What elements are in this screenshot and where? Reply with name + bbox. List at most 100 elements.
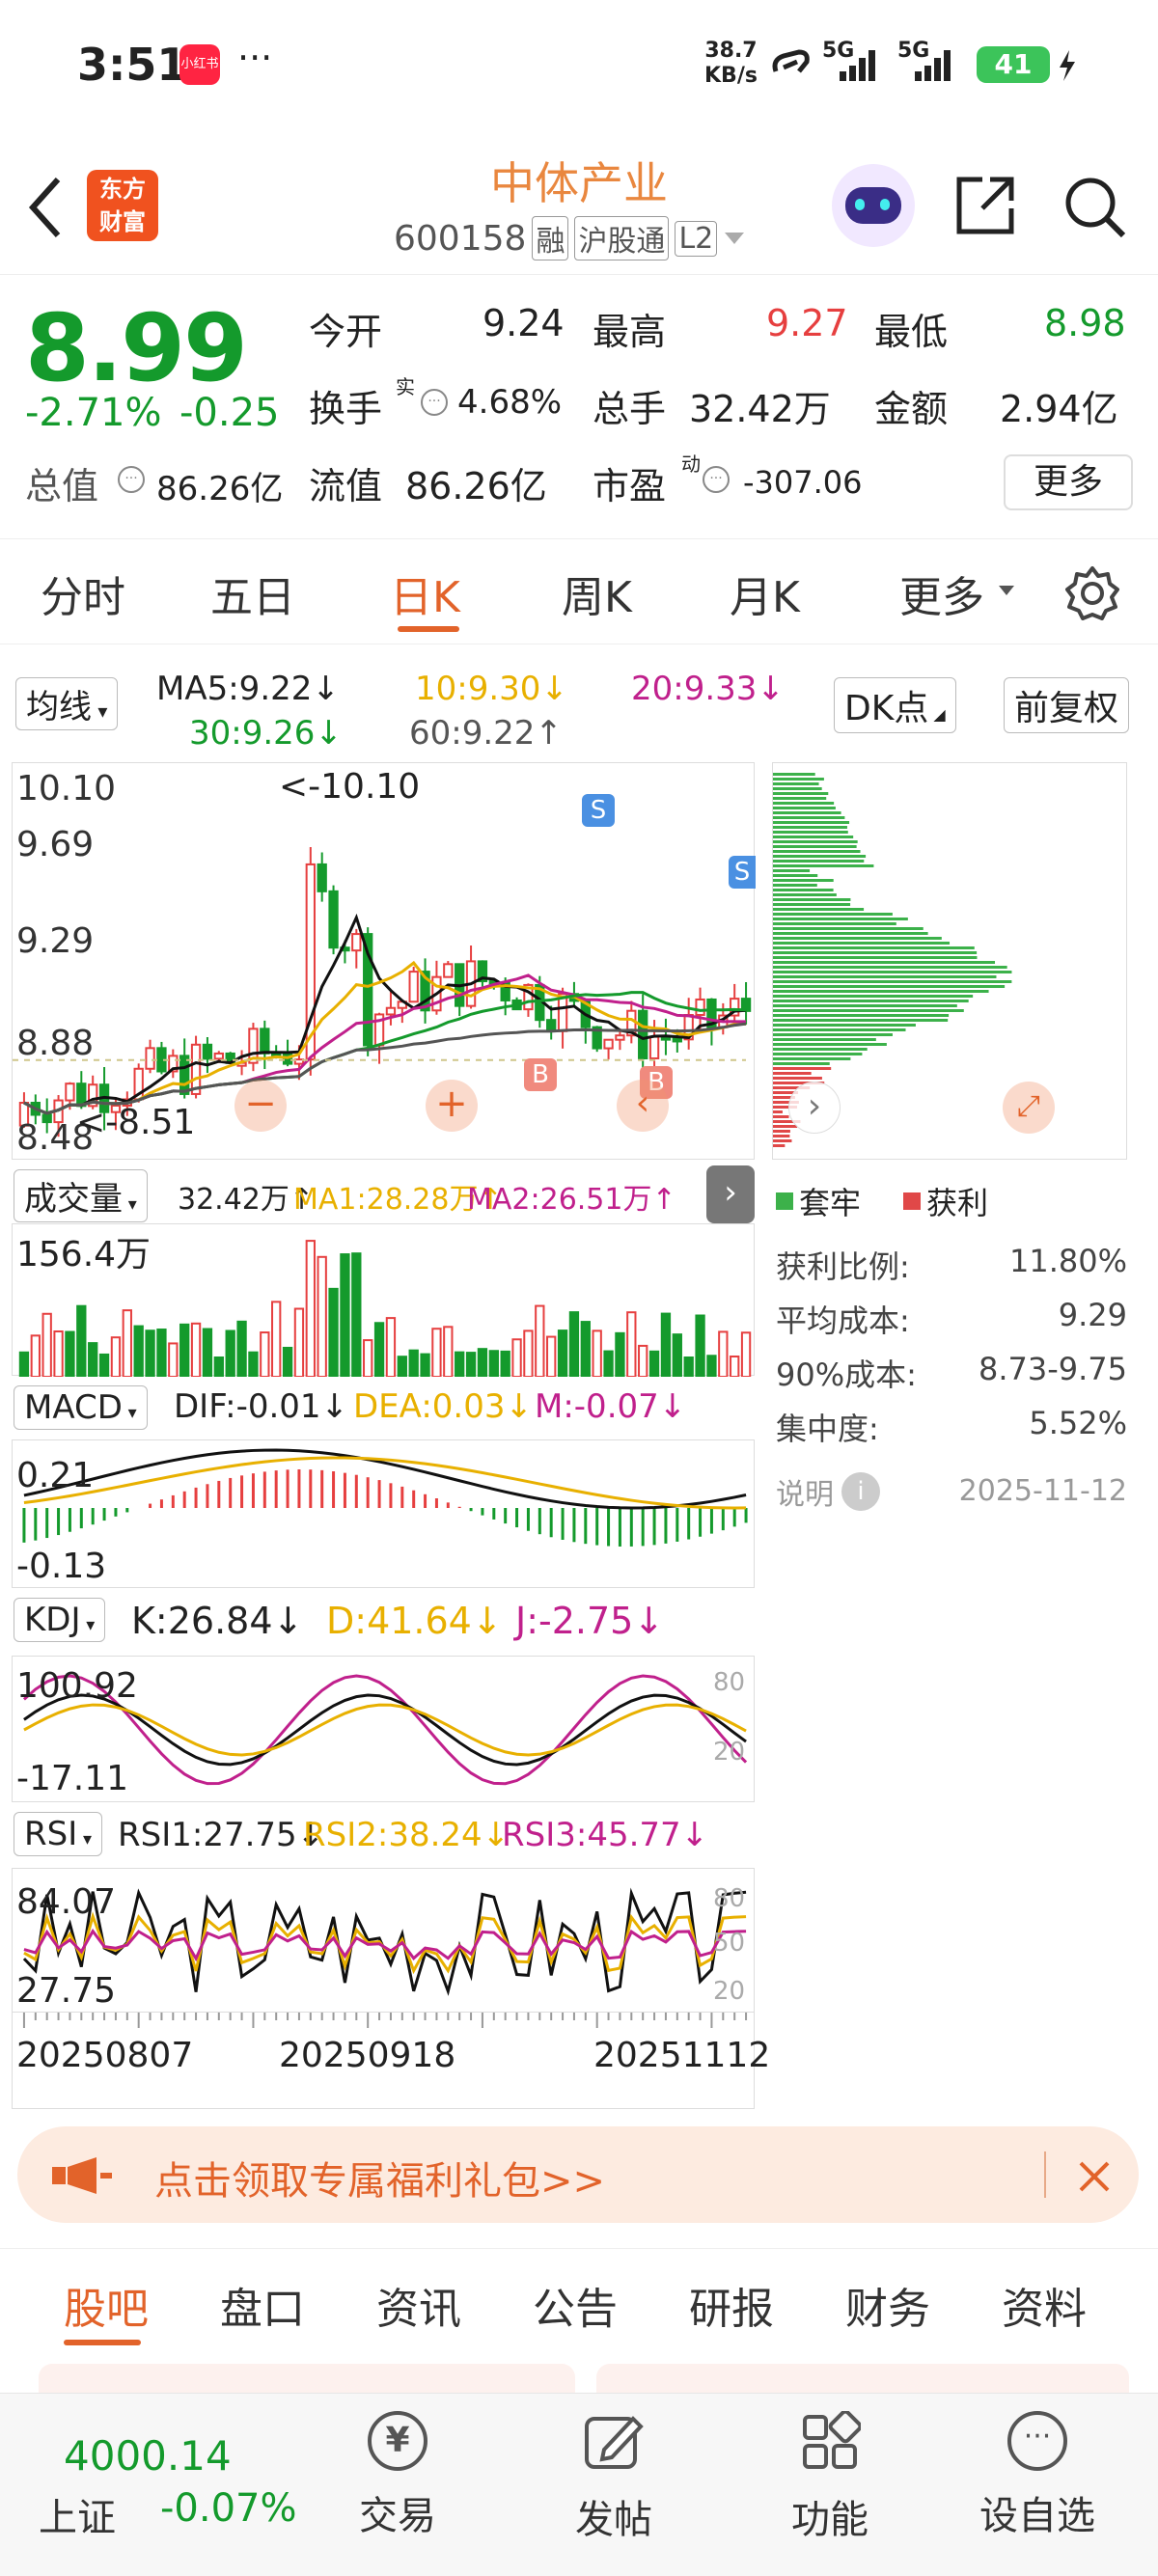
tab-daily-k[interactable]: 日K — [390, 562, 460, 624]
rsi-chart[interactable]: 84.07 27.75 80 50 20 — [12, 1868, 755, 2013]
signal-icon-2 — [915, 50, 951, 81]
date-label: 20250918 — [279, 2036, 456, 2075]
chip-distribution-chart[interactable]: › ⤢ — [772, 762, 1127, 1160]
chip-bar — [773, 1043, 887, 1046]
kline-y-label: 9.29 — [16, 921, 95, 961]
ma-selector[interactable]: 均线 ▾ — [15, 677, 119, 730]
volume-bar — [225, 1329, 235, 1377]
chip-bar — [773, 980, 1012, 983]
index-name[interactable]: 上证 — [39, 2486, 116, 2542]
tab-monthly-k[interactable]: 月K — [730, 562, 800, 624]
chip-bar — [773, 840, 858, 843]
volume-bar — [443, 1326, 454, 1377]
turnover-label: 换手 — [309, 388, 383, 430]
tab-guba[interactable]: 股吧 — [64, 2274, 149, 2336]
candle-body — [615, 1034, 625, 1041]
scroll-left-icon[interactable]: ‹ — [617, 1080, 669, 1132]
kline-chart[interactable]: 10.10 9.69 9.29 8.88 8.48 <-10.10 <-8.51… — [12, 762, 756, 1160]
tab-news[interactable]: 资讯 — [376, 2274, 461, 2336]
gear-icon[interactable] — [1063, 564, 1121, 622]
share-icon[interactable] — [953, 174, 1017, 237]
more-button[interactable]: 更多 — [1004, 454, 1133, 510]
volume-chart[interactable]: 156.4万 — [12, 1223, 755, 1377]
megaphone-icon — [52, 2157, 112, 2194]
pe-label: 市盈 — [593, 465, 667, 507]
xiaohongshu-icon: 小红书 — [179, 44, 220, 85]
chip-bar — [773, 797, 827, 800]
sell-marker[interactable]: S — [582, 794, 615, 827]
promo-banner[interactable]: 点击领取专属福利礼包>> — [17, 2126, 1139, 2223]
volume-bar — [385, 1317, 397, 1377]
close-icon[interactable] — [1077, 2159, 1112, 2194]
kdj-chart[interactable]: 100.92 -17.11 80 20 — [12, 1656, 755, 1802]
tab-profile[interactable]: 资料 — [1002, 2274, 1087, 2336]
stock-code-row[interactable]: 600158 融 沪股通 L2 — [394, 216, 746, 260]
content-card — [39, 2364, 575, 2393]
rsi-ref-80: 80 — [713, 1884, 746, 1913]
turnover-sup: 实 — [396, 375, 415, 398]
volume-bar — [740, 1331, 752, 1377]
macd-dea: DEA:0.03↓ — [353, 1387, 533, 1426]
tab-research[interactable]: 研报 — [689, 2274, 774, 2336]
volume-bar — [672, 1333, 682, 1377]
volume-bar — [305, 1240, 316, 1377]
chip-bar — [773, 831, 848, 834]
chip-row-value: 11.80% — [1008, 1243, 1127, 1279]
ai-assistant-icon[interactable] — [832, 164, 915, 247]
info-dots-icon[interactable]: ··· — [703, 466, 730, 493]
volume-bar — [557, 1329, 568, 1377]
chip-row-label: 90%成本: — [776, 1357, 917, 1393]
chip-note[interactable]: 说明 i — [776, 1470, 880, 1513]
nav-features[interactable]: 功能 — [782, 2409, 878, 2544]
kdj-selector[interactable]: KDJ ▾ — [14, 1598, 106, 1642]
nav-trade[interactable]: ¥ 交易 — [349, 2411, 446, 2540]
volume-bar — [30, 1334, 41, 1377]
tab-intraday[interactable]: 分时 — [41, 562, 125, 624]
tab-pankou[interactable]: 盘口 — [220, 2274, 305, 2336]
dk-point-button[interactable]: DK点 ◢ — [834, 677, 956, 733]
chip-bar — [773, 961, 996, 964]
bottom-nav: 4000.14 上证 -0.07% ¥ 交易 发帖 功能 ··· 设自选 — [0, 2393, 1158, 2576]
info-dots-icon[interactable]: ··· — [421, 389, 448, 416]
zoom-in-icon[interactable]: + — [426, 1080, 478, 1132]
fullscreen-icon[interactable]: ⤢ — [1003, 1082, 1055, 1134]
macd-selector[interactable]: MACD ▾ — [14, 1385, 148, 1430]
chip-bar — [773, 802, 835, 805]
zoom-out-icon[interactable]: − — [234, 1080, 287, 1132]
adjust-button[interactable]: 前复权 — [1004, 677, 1130, 733]
expand-left-icon[interactable]: › — [788, 1082, 841, 1134]
expand-panel-icon[interactable]: › — [706, 1165, 755, 1223]
candle-body — [603, 1038, 614, 1050]
candle-body — [328, 890, 339, 949]
tab-announcements[interactable]: 公告 — [533, 2274, 618, 2336]
volume-bar — [202, 1328, 213, 1377]
chip-bar — [773, 778, 824, 781]
sell-marker[interactable]: S — [729, 856, 756, 889]
kdj-header: KDJ ▾ K:26.84↓ D:41.64↓ J:-2.75↓ — [0, 1594, 762, 1652]
search-icon[interactable] — [1062, 174, 1129, 241]
tab-weekly-k[interactable]: 周K — [562, 562, 632, 624]
chip-bar — [773, 1009, 964, 1012]
tab-more[interactable]: 更多 — [899, 562, 984, 624]
volume-bar — [580, 1321, 591, 1377]
volume-bar — [638, 1344, 648, 1377]
tab-five-day[interactable]: 五日 — [210, 562, 295, 624]
volume-bar — [53, 1330, 64, 1377]
candle-body — [408, 971, 419, 1003]
volume-selector[interactable]: 成交量 ▾ — [14, 1169, 148, 1222]
chip-date: 2025-11-12 — [958, 1474, 1127, 1508]
candle-body — [638, 1009, 648, 1060]
chip-info: 套牢 获利 获利比例: 11.80% 平均成本: 9.29 90%成本: 8.7… — [772, 1169, 1139, 1536]
quote-panel: 8.99 -2.71% -0.25 今开 9.24 最高 9.27 最低 8.9… — [0, 275, 1158, 537]
date-label: 20251112 — [593, 2036, 771, 2075]
buy-marker[interactable]: B — [524, 1058, 557, 1091]
nav-post[interactable]: 发帖 — [565, 2411, 662, 2544]
nav-add-watchlist[interactable]: ··· 设自选 — [975, 2411, 1100, 2540]
rsi-selector[interactable]: RSI ▾ — [14, 1812, 102, 1856]
macd-chart[interactable]: 0.21 -0.13 — [12, 1439, 755, 1588]
chip-bar — [773, 1033, 893, 1036]
tab-financials[interactable]: 财务 — [845, 2274, 930, 2336]
active-tab-indicator — [398, 626, 459, 632]
info-dots-icon[interactable]: ··· — [118, 466, 145, 493]
volume-bar — [500, 1350, 510, 1377]
